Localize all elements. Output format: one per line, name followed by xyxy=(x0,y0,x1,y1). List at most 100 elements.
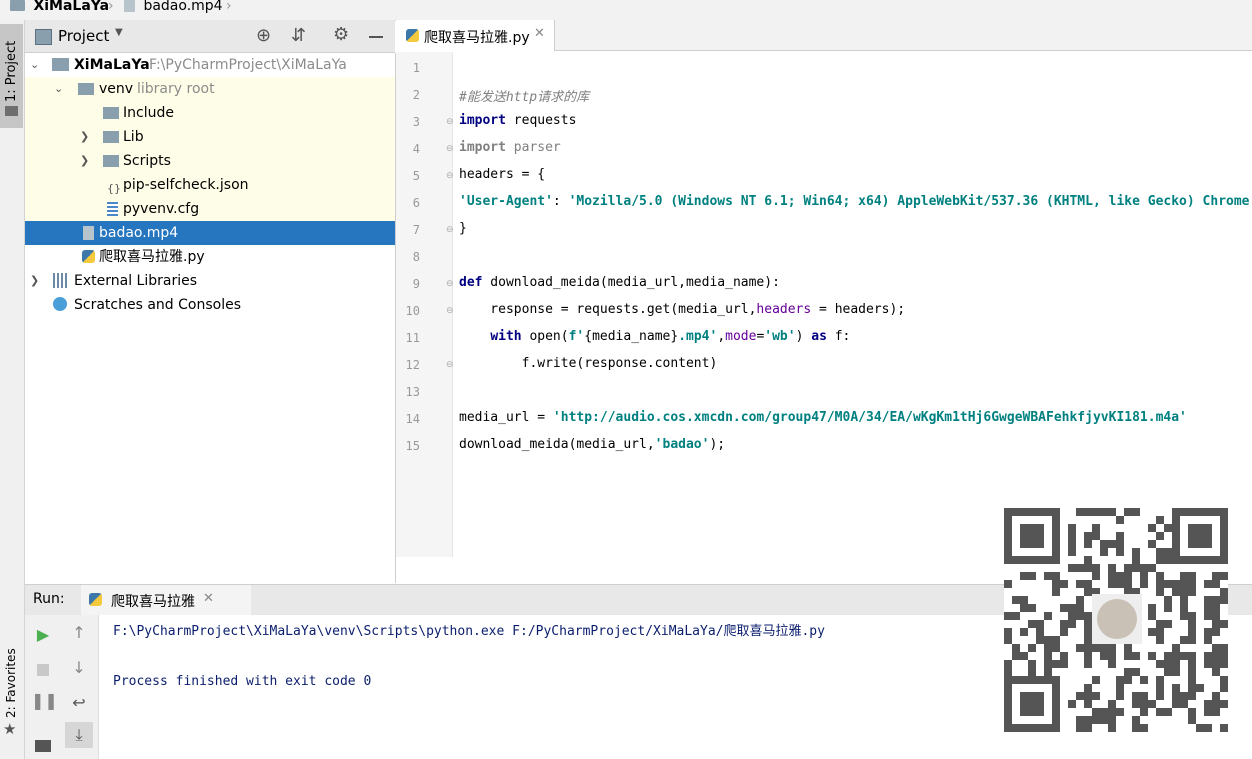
collapse-all-icon[interactable]: ⇵ xyxy=(291,25,306,46)
line-number: 2 xyxy=(412,88,420,102)
breadcrumb-project[interactable]: XiMaLaYa xyxy=(10,0,109,14)
tree-item-lib[interactable]: ❯ Lib xyxy=(25,125,395,149)
line-number: 3 xyxy=(412,115,420,129)
chevron-down-icon[interactable]: ▼ xyxy=(115,27,123,38)
breadcrumb-file[interactable]: badao.mp4 xyxy=(124,0,223,14)
project-panel-header: Project ▼ ⊕ ⇵ ⚙ xyxy=(25,20,395,53)
code-line-14: media_url = 'http://audio.cos.xmcdn.com/… xyxy=(459,410,1187,425)
code-line-5: headers = { xyxy=(459,167,546,182)
run-icon[interactable]: ▶ xyxy=(31,625,55,644)
tool-tab-project-label: 1: Project xyxy=(4,40,19,102)
chevron-down-icon[interactable]: ⌄ xyxy=(30,53,39,77)
line-gutter: 1 2 3 4 5 6 7 8 9 10 11 12 13 14 15 ⊖ ⊖ … xyxy=(396,52,454,557)
tree-item-scripts[interactable]: ❯ Scripts xyxy=(25,149,395,173)
console-status: Process finished with exit code 0 xyxy=(113,674,372,689)
run-toolbar-secondary: ↑ ↓ ↩ ⤓ xyxy=(60,615,99,759)
folder-icon xyxy=(78,83,94,95)
folder-icon xyxy=(103,131,119,143)
chevron-down-icon[interactable]: ⌄ xyxy=(54,77,63,101)
code-line-6: 'User-Agent': 'Mozilla/5.0 (Windows NT 6… xyxy=(459,194,1250,209)
folder-icon xyxy=(5,106,18,116)
chevron-right-icon[interactable]: ❯ xyxy=(80,149,89,173)
folder-icon xyxy=(52,58,69,71)
tree-item-include[interactable]: Include xyxy=(25,101,395,125)
breadcrumb-separator: › xyxy=(226,0,232,14)
line-number: 15 xyxy=(405,439,420,453)
tool-tab-favorites-label: 2: Favorites xyxy=(4,648,18,718)
code-line-9: def download_meida(media_url,media_name)… xyxy=(459,275,780,290)
line-number: 10 xyxy=(405,304,420,318)
tree-item-badao[interactable]: badao.mp4 xyxy=(25,221,395,245)
arrow-up-icon[interactable]: ↑ xyxy=(67,623,91,642)
code-line-7: } xyxy=(459,221,467,236)
run-label: Run: xyxy=(33,591,65,607)
run-toolbar-primary: ▶ ❚❚ xyxy=(25,615,61,759)
line-number: 9 xyxy=(412,277,420,291)
code-editor[interactable]: #能发送http请求的库 import requests import pars… xyxy=(453,52,1252,557)
arrow-down-icon[interactable]: ↓ xyxy=(67,658,91,677)
file-icon xyxy=(83,226,94,240)
tree-item-venv[interactable]: ⌄ venv library root xyxy=(25,77,395,101)
tree-item-pyvenv[interactable]: pyvenv.cfg xyxy=(25,197,395,221)
tree-item-scratches[interactable]: Scratches and Consoles xyxy=(25,293,395,317)
run-tab[interactable]: 爬取喜马拉雅 ✕ xyxy=(81,585,251,615)
tree-item-external-libraries[interactable]: ❯ External Libraries xyxy=(25,269,395,293)
line-number: 6 xyxy=(412,196,420,210)
python-file-icon xyxy=(406,29,419,42)
qr-code-image xyxy=(1004,508,1228,732)
star-icon: ★ xyxy=(3,720,17,738)
code-line-12: f.write(response.content) xyxy=(459,356,718,371)
folder-icon xyxy=(10,0,25,11)
chevron-right-icon[interactable]: ❯ xyxy=(80,125,89,149)
code-line-15: download_meida(media_url,'badao'); xyxy=(459,437,726,452)
console-command: F:\PyCharmProject\XiMaLaYa\venv\Scripts\… xyxy=(113,624,825,639)
file-icon xyxy=(124,0,135,12)
pause-icon[interactable]: ❚❚ xyxy=(31,691,58,710)
navigation-bar: XiMaLaYa › badao.mp4 › xyxy=(0,0,1252,21)
scratches-icon xyxy=(53,297,67,311)
code-line-4: import parser xyxy=(459,140,561,155)
tree-item-root[interactable]: ⌄ XiMaLaYa F:\PyCharmProject\XiMaLaYa xyxy=(25,53,395,77)
chevron-right-icon[interactable]: ❯ xyxy=(30,269,39,293)
folder-icon xyxy=(103,155,119,167)
code-line-11: with open(f'{media_name}.mp4',mode='wb')… xyxy=(490,329,851,344)
tab-python-script[interactable]: 爬取喜马拉雅.py ✕ xyxy=(396,20,555,52)
code-line-10: response = requests.get(media_url,header… xyxy=(459,302,906,317)
line-number: 14 xyxy=(405,412,420,426)
line-number: 4 xyxy=(412,142,420,156)
tree-item-python-script[interactable]: 爬取喜马拉雅.py xyxy=(25,245,395,269)
locate-icon[interactable]: ⊕ xyxy=(256,25,271,46)
scroll-to-end-icon: ⤓ xyxy=(75,725,83,744)
python-file-icon xyxy=(89,593,102,606)
qr-code-pattern xyxy=(1004,508,1228,732)
python-file-icon xyxy=(82,250,95,263)
stop-icon[interactable] xyxy=(37,664,49,676)
library-icon xyxy=(53,273,69,288)
editor-tabs: 爬取喜马拉雅.py ✕ xyxy=(396,20,1252,52)
line-number: 13 xyxy=(405,385,420,399)
minimize-icon[interactable] xyxy=(369,36,383,38)
tool-tab-favorites[interactable]: 2: Favorites ★ xyxy=(0,640,23,740)
line-number: 1 xyxy=(412,61,420,75)
close-icon[interactable]: ✕ xyxy=(203,591,214,606)
tab-label: 爬取喜马拉雅.py xyxy=(424,30,530,46)
soft-wrap-icon[interactable]: ↩ xyxy=(67,693,91,712)
gear-icon[interactable]: ⚙ xyxy=(333,24,349,45)
tool-tab-project[interactable]: 1: Project xyxy=(0,24,23,128)
close-icon[interactable]: ✕ xyxy=(534,26,545,41)
line-number: 7 xyxy=(412,223,420,237)
project-tree: ⌄ XiMaLaYa F:\PyCharmProject\XiMaLaYa ⌄ … xyxy=(25,53,396,583)
run-tab-label: 爬取喜马拉雅 xyxy=(111,594,195,610)
line-number: 11 xyxy=(405,331,420,345)
project-view-selector[interactable]: Project xyxy=(58,27,109,45)
tree-item-pip-selfcheck[interactable]: {} pip-selfcheck.json xyxy=(25,173,395,197)
config-file-icon xyxy=(107,202,118,216)
code-line-2: #能发送http请求的库 xyxy=(459,90,590,105)
line-number: 12 xyxy=(405,358,420,372)
folder-icon xyxy=(103,107,119,119)
code-line-3: import requests xyxy=(459,113,577,128)
project-icon xyxy=(35,29,52,45)
layout-icon[interactable] xyxy=(35,740,51,752)
line-number: 8 xyxy=(412,250,420,264)
breadcrumb-separator: › xyxy=(108,0,114,14)
